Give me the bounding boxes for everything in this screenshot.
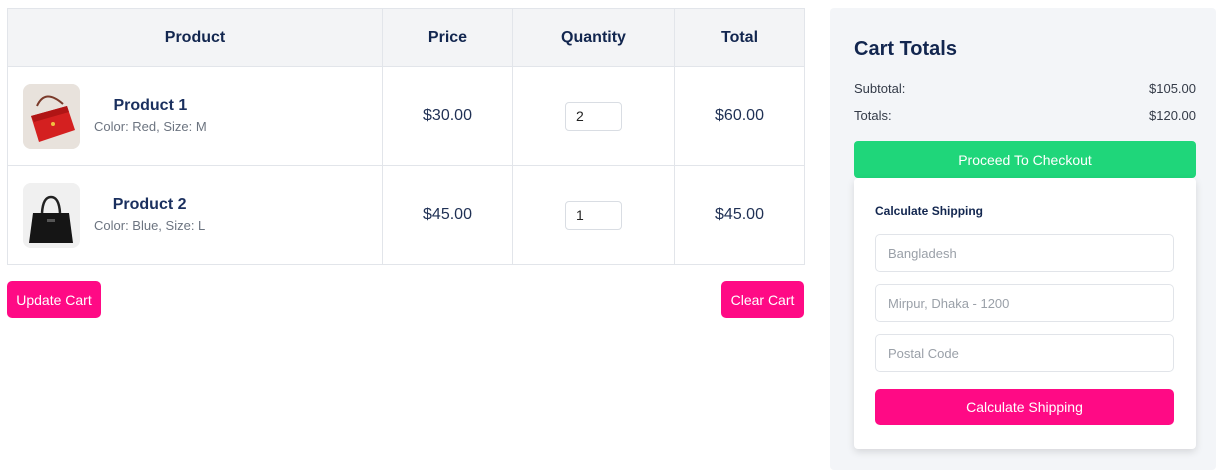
quantity-input[interactable]	[565, 101, 622, 131]
quantity-input[interactable]	[565, 200, 622, 230]
product-price: $30.00	[382, 66, 513, 166]
subtotal-row: Subtotal: $105.00	[854, 81, 1196, 96]
clear-cart-button[interactable]: Clear Cart	[721, 281, 804, 318]
calculate-shipping-title: Calculate Shipping	[875, 204, 984, 218]
red-handbag-image	[23, 83, 80, 149]
table-row: Product 2 Color: Blue, Size: L $45.00 $4…	[7, 165, 805, 265]
product-variant: Color: Red, Size: M	[94, 119, 207, 134]
product-info: Product 1 Color: Red, Size: M	[94, 96, 207, 136]
cart-totals-panel: Cart Totals Subtotal: $105.00 Totals: $1…	[830, 8, 1216, 470]
quantity-cell	[512, 66, 675, 166]
proceed-to-checkout-button[interactable]: Proceed To Checkout	[854, 141, 1196, 178]
cart-table-header: Product Price Quantity Total	[7, 8, 805, 67]
product-name[interactable]: Product 2	[94, 195, 205, 215]
product-total: $45.00	[674, 165, 805, 265]
product-cell: Product 1 Color: Red, Size: M	[7, 66, 383, 166]
product-summary: Product 2 Color: Blue, Size: L	[23, 182, 382, 248]
totals-label: Totals:	[854, 108, 892, 123]
postal-code-input[interactable]	[875, 334, 1174, 372]
product-info: Product 2 Color: Blue, Size: L	[94, 195, 205, 235]
product-name[interactable]: Product 1	[94, 96, 207, 116]
cart-totals-title: Cart Totals	[854, 38, 957, 60]
product-summary: Product 1 Color: Red, Size: M	[23, 83, 382, 149]
subtotal-label: Subtotal:	[854, 81, 906, 96]
totals-row: Totals: $120.00	[854, 108, 1196, 123]
update-cart-button[interactable]: Update Cart	[7, 281, 101, 318]
country-input[interactable]	[875, 234, 1174, 272]
product-price: $45.00	[382, 165, 513, 265]
calculate-shipping-card: Calculate Shipping Calculate Shipping	[854, 178, 1196, 449]
product-cell: Product 2 Color: Blue, Size: L	[7, 165, 383, 265]
table-row: Product 1 Color: Red, Size: M $30.00 $60…	[7, 66, 805, 166]
column-header-product: Product	[7, 8, 383, 67]
totals-value: $120.00	[1149, 108, 1196, 123]
quantity-cell	[512, 165, 675, 265]
calculate-shipping-button[interactable]: Calculate Shipping	[875, 389, 1174, 425]
column-header-price: Price	[382, 8, 513, 67]
product-variant: Color: Blue, Size: L	[94, 218, 206, 233]
black-handbag-image	[23, 182, 80, 248]
address-input[interactable]	[875, 284, 1174, 322]
subtotal-value: $105.00	[1149, 81, 1196, 96]
product-total: $60.00	[674, 66, 805, 166]
column-header-total: Total	[674, 8, 805, 67]
column-header-quantity: Quantity	[512, 8, 675, 67]
cart-table: Product Price Quantity Total Product 1 C…	[7, 8, 805, 265]
red-handbag-icon	[23, 83, 80, 149]
black-handbag-icon	[23, 182, 80, 248]
